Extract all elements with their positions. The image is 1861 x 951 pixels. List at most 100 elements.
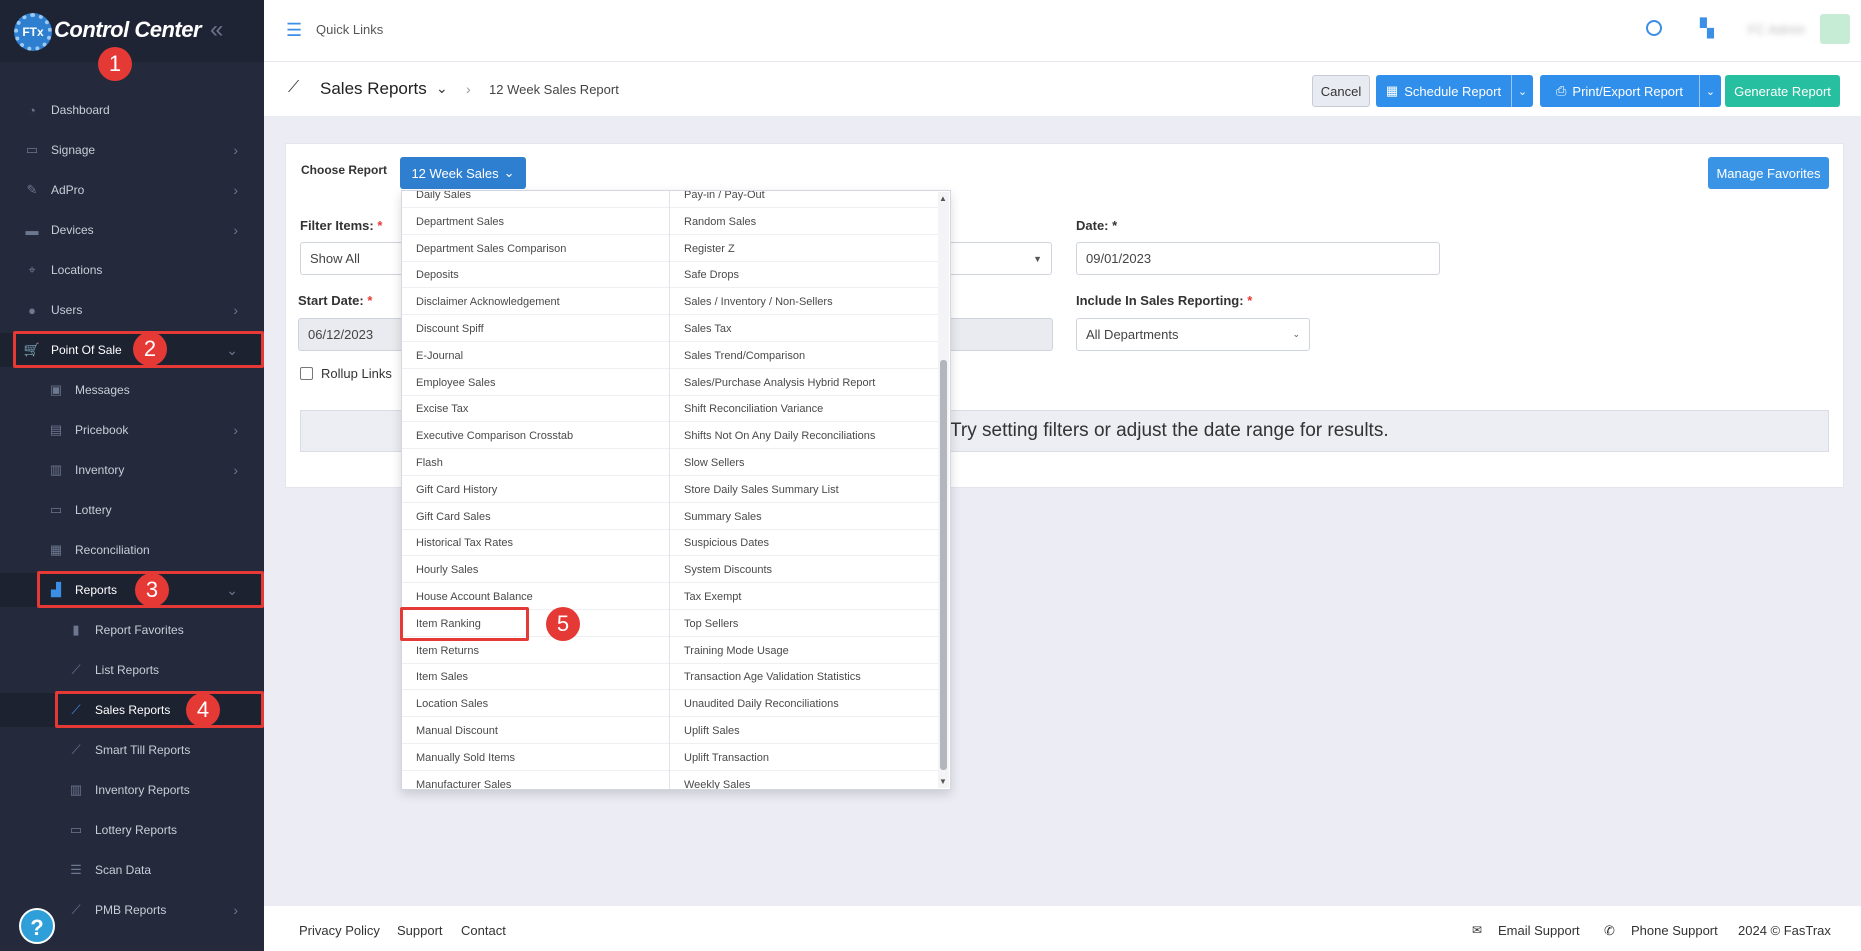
sidebar-item-signage[interactable]: ▭ Signage ›: [0, 133, 264, 167]
dropdown-option[interactable]: Item Sales: [402, 664, 669, 690]
dropdown-option[interactable]: House Account Balance: [402, 584, 669, 610]
include-value: All Departments: [1086, 327, 1179, 342]
chat-icon[interactable]: ▚: [1700, 18, 1714, 39]
sidebar-item-scan-data[interactable]: ☰ Scan Data: [0, 853, 264, 887]
date-input[interactable]: 09/01/2023: [1076, 242, 1440, 275]
dropdown-option[interactable]: Shifts Not On Any Daily Reconciliations: [670, 423, 940, 449]
print-export-button[interactable]: ⎙ Print/Export Report ⌄: [1540, 75, 1721, 107]
dropdown-option[interactable]: Top Sellers: [670, 611, 940, 637]
dropdown-option[interactable]: Manufacturer Sales: [402, 772, 669, 790]
help-button[interactable]: ?: [19, 908, 55, 944]
sidebar-item-devices[interactable]: ▬ Devices ›: [0, 213, 264, 247]
dropdown-option[interactable]: Shift Reconciliation Variance: [670, 396, 940, 422]
dropdown-option[interactable]: E-Journal: [402, 343, 669, 369]
dropdown-option[interactable]: Suspicious Dates: [670, 530, 940, 556]
dropdown-option[interactable]: Gift Card History: [402, 477, 669, 503]
dropdown-option[interactable]: Employee Sales: [402, 370, 669, 396]
avatar[interactable]: [1820, 14, 1850, 44]
dropdown-option[interactable]: Department Sales: [402, 209, 669, 235]
dropdown-scroll-thumb[interactable]: [940, 360, 947, 770]
quick-links[interactable]: Quick Links: [316, 22, 383, 37]
dropdown-option[interactable]: System Discounts: [670, 557, 940, 583]
dropdown-option[interactable]: Daily Sales: [402, 191, 669, 208]
sidebar-item-lottery[interactable]: ▭ Lottery: [0, 493, 264, 527]
dropdown-option[interactable]: Sales/Purchase Analysis Hybrid Report: [670, 370, 940, 396]
sidebar-item-point-of-sale[interactable]: 🛒 Point Of Sale ⌄: [0, 333, 264, 367]
sidebar-item-label: Pricebook: [75, 423, 129, 437]
sidebar-item-lottery-reports[interactable]: ▭ Lottery Reports: [0, 813, 264, 847]
search-icon[interactable]: [1646, 20, 1662, 36]
dropdown-option[interactable]: Excise Tax: [402, 396, 669, 422]
sidebar-item-dashboard[interactable]: ◔ Dashboard: [0, 93, 264, 127]
sidebar-item-locations[interactable]: ⌖ Locations: [0, 253, 264, 287]
schedule-report-button[interactable]: ▦ Schedule Report ⌄: [1376, 75, 1533, 107]
sidebar-item-smart-till-reports[interactable]: ⟋ Smart Till Reports: [0, 733, 264, 767]
sidebar-item-reports[interactable]: ▟ Reports ⌄: [0, 573, 264, 607]
dropdown-option[interactable]: Tax Exempt: [670, 584, 940, 610]
phone-support-link[interactable]: Phone Support: [1631, 923, 1718, 938]
dropdown-option[interactable]: Training Mode Usage: [670, 638, 940, 664]
dropdown-option[interactable]: Weekly Sales: [670, 772, 940, 790]
dropdown-option[interactable]: Summary Sales: [670, 504, 940, 530]
choose-report-dropdown[interactable]: 12 Week Sales ⌄: [400, 157, 526, 189]
dropdown-option[interactable]: Transaction Age Validation Statistics: [670, 664, 940, 690]
support-link[interactable]: Support: [397, 923, 443, 938]
dropdown-option[interactable]: Item Ranking: [402, 611, 669, 637]
dropdown-option[interactable]: Sales Trend/Comparison: [670, 343, 940, 369]
privacy-policy-link[interactable]: Privacy Policy: [299, 923, 380, 938]
schedule-label: Schedule Report: [1404, 83, 1502, 99]
dropdown-option[interactable]: Historical Tax Rates: [402, 530, 669, 556]
scroll-up-arrow-icon[interactable]: ▲: [939, 194, 947, 203]
dropdown-option[interactable]: Sales Tax: [670, 316, 940, 342]
dropdown-option[interactable]: Department Sales Comparison: [402, 236, 669, 262]
dropdown-option[interactable]: Discount Spiff: [402, 316, 669, 342]
dropdown-option[interactable]: Deposits: [402, 262, 669, 288]
collapse-sidebar-icon[interactable]: «: [210, 16, 223, 44]
include-select[interactable]: All Departments ⌄: [1076, 318, 1310, 351]
dropdown-option[interactable]: Pay-in / Pay-Out: [670, 191, 940, 208]
print-dropdown-toggle[interactable]: ⌄: [1699, 75, 1721, 107]
sidebar-item-messages[interactable]: ▣ Messages: [0, 373, 264, 407]
email-support-link[interactable]: Email Support: [1498, 923, 1580, 938]
dropdown-option[interactable]: Store Daily Sales Summary List: [670, 477, 940, 503]
sidebar-item-reconciliation[interactable]: ▦ Reconciliation: [0, 533, 264, 567]
sidebar-item-inventory[interactable]: ▥ Inventory ›: [0, 453, 264, 487]
sidebar-item-label: Reports: [75, 583, 118, 597]
dropdown-option[interactable]: Flash: [402, 450, 669, 476]
sidebar-item-report-favorites[interactable]: ▮ Report Favorites: [0, 613, 264, 647]
dropdown-option[interactable]: Safe Drops: [670, 262, 940, 288]
rollup-links-checkbox[interactable]: [300, 367, 313, 380]
dropdown-option[interactable]: Hourly Sales: [402, 557, 669, 583]
dropdown-option[interactable]: Manual Discount: [402, 718, 669, 744]
sidebar-item-inventory-reports[interactable]: ▥ Inventory Reports: [0, 773, 264, 807]
manage-favorites-button[interactable]: Manage Favorites: [1708, 157, 1829, 189]
dropdown-option[interactable]: Random Sales: [670, 209, 940, 235]
cancel-button[interactable]: Cancel: [1312, 75, 1370, 107]
dropdown-option[interactable]: Location Sales: [402, 691, 669, 717]
page-title[interactable]: Sales Reports: [320, 79, 427, 99]
dropdown-option[interactable]: Slow Sellers: [670, 450, 940, 476]
sidebar-item-users[interactable]: ● Users ›: [0, 293, 264, 327]
dropdown-option[interactable]: Uplift Transaction: [670, 745, 940, 771]
dropdown-option[interactable]: Executive Comparison Crosstab: [402, 423, 669, 449]
contact-link[interactable]: Contact: [461, 923, 506, 938]
user-name[interactable]: FC Admin: [1748, 22, 1805, 37]
sidebar-item-list-reports[interactable]: ⟋ List Reports: [0, 653, 264, 687]
report-dropdown-menu: Daily Sales Department Sales Department Sa…: [401, 190, 951, 790]
dropdown-option[interactable]: Register Z: [670, 236, 940, 262]
scroll-down-arrow-icon[interactable]: ▼: [939, 777, 947, 786]
dropdown-option[interactable]: Gift Card Sales: [402, 504, 669, 530]
dropdown-option[interactable]: Manually Sold Items: [402, 745, 669, 771]
sidebar-item-sales-reports[interactable]: ⟋ Sales Reports: [0, 693, 264, 727]
dropdown-option[interactable]: Disclaimer Acknowledgement: [402, 289, 669, 315]
dropdown-option[interactable]: Unaudited Daily Reconciliations: [670, 691, 940, 717]
dropdown-option[interactable]: Item Returns: [402, 638, 669, 664]
sidebar-item-pricebook[interactable]: ▤ Pricebook ›: [0, 413, 264, 447]
schedule-dropdown-toggle[interactable]: ⌄: [1511, 75, 1533, 107]
dropdown-option[interactable]: Sales / Inventory / Non-Sellers: [670, 289, 940, 315]
chevron-down-icon[interactable]: ⌄: [436, 80, 448, 97]
dropdown-option[interactable]: Uplift Sales: [670, 718, 940, 744]
menu-icon[interactable]: ☰: [286, 20, 302, 41]
sidebar-item-adpro[interactable]: ✎ AdPro ›: [0, 173, 264, 207]
generate-report-button[interactable]: Generate Report: [1725, 75, 1840, 107]
